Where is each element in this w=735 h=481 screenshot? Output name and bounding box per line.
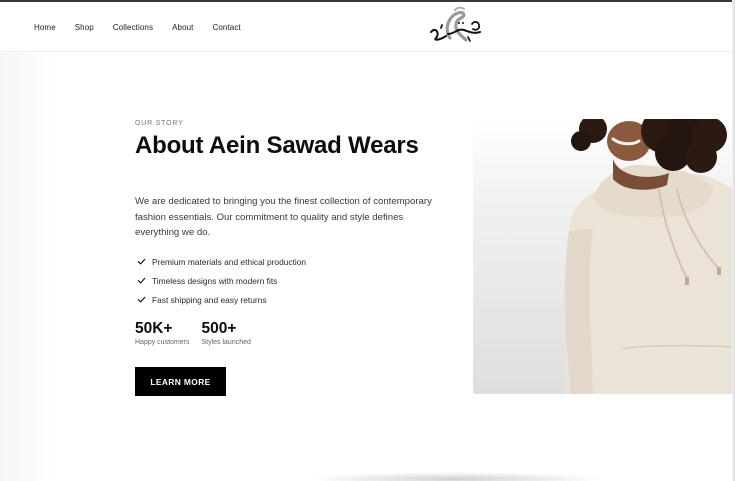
nav-link-about[interactable]: About	[172, 23, 193, 32]
nav-link-shop[interactable]: Shop	[75, 23, 94, 32]
feature-label: Timeless designs with modern fits	[152, 275, 278, 286]
about-description: We are dedicated to bringing you the fin…	[135, 196, 432, 238]
stat-label: Happy customers	[135, 339, 190, 346]
feature-item: Premium materials and ethical production	[135, 252, 306, 271]
nav-link-contact[interactable]: Contact	[212, 23, 240, 32]
nav-link-home[interactable]: Home	[34, 23, 56, 32]
feature-item: Fast shipping and easy returns	[135, 290, 306, 309]
calligraphy-logo-icon[interactable]	[428, 4, 484, 52]
stat-label: Styles launched	[201, 339, 251, 346]
hero-image	[473, 119, 732, 394]
section-eyebrow: OUR STORY	[135, 120, 184, 127]
stat-value: 50K+	[135, 320, 173, 337]
feature-label: Premium materials and ethical production	[152, 256, 307, 267]
feature-label: Fast shipping and easy returns	[152, 294, 267, 305]
stat-value: 500+	[201, 320, 237, 337]
check-icon	[135, 294, 147, 306]
main-nav: Home Shop Collections About Contact	[34, 2, 260, 52]
check-icon	[135, 275, 147, 287]
site-header: Home Shop Collections About Contact	[0, 2, 732, 52]
check-icon	[135, 256, 147, 268]
card-shadow	[305, 472, 605, 481]
model-photo-illustration	[564, 119, 732, 394]
stat-happy-customers: 50K+ Happy customers	[135, 320, 189, 346]
stat-styles-launched: 500+ Styles launched	[201, 320, 250, 346]
learn-more-button[interactable]: LEARN MORE	[135, 367, 226, 396]
nav-link-collections[interactable]: Collections	[113, 23, 153, 32]
stats-row: 50K+ Happy customers 500+ Styles launche…	[135, 320, 251, 346]
page-title: About Aein Sawad Wears	[135, 132, 419, 159]
feature-item: Timeless designs with modern fits	[135, 271, 306, 290]
feature-list: Premium materials and ethical production…	[135, 252, 306, 309]
